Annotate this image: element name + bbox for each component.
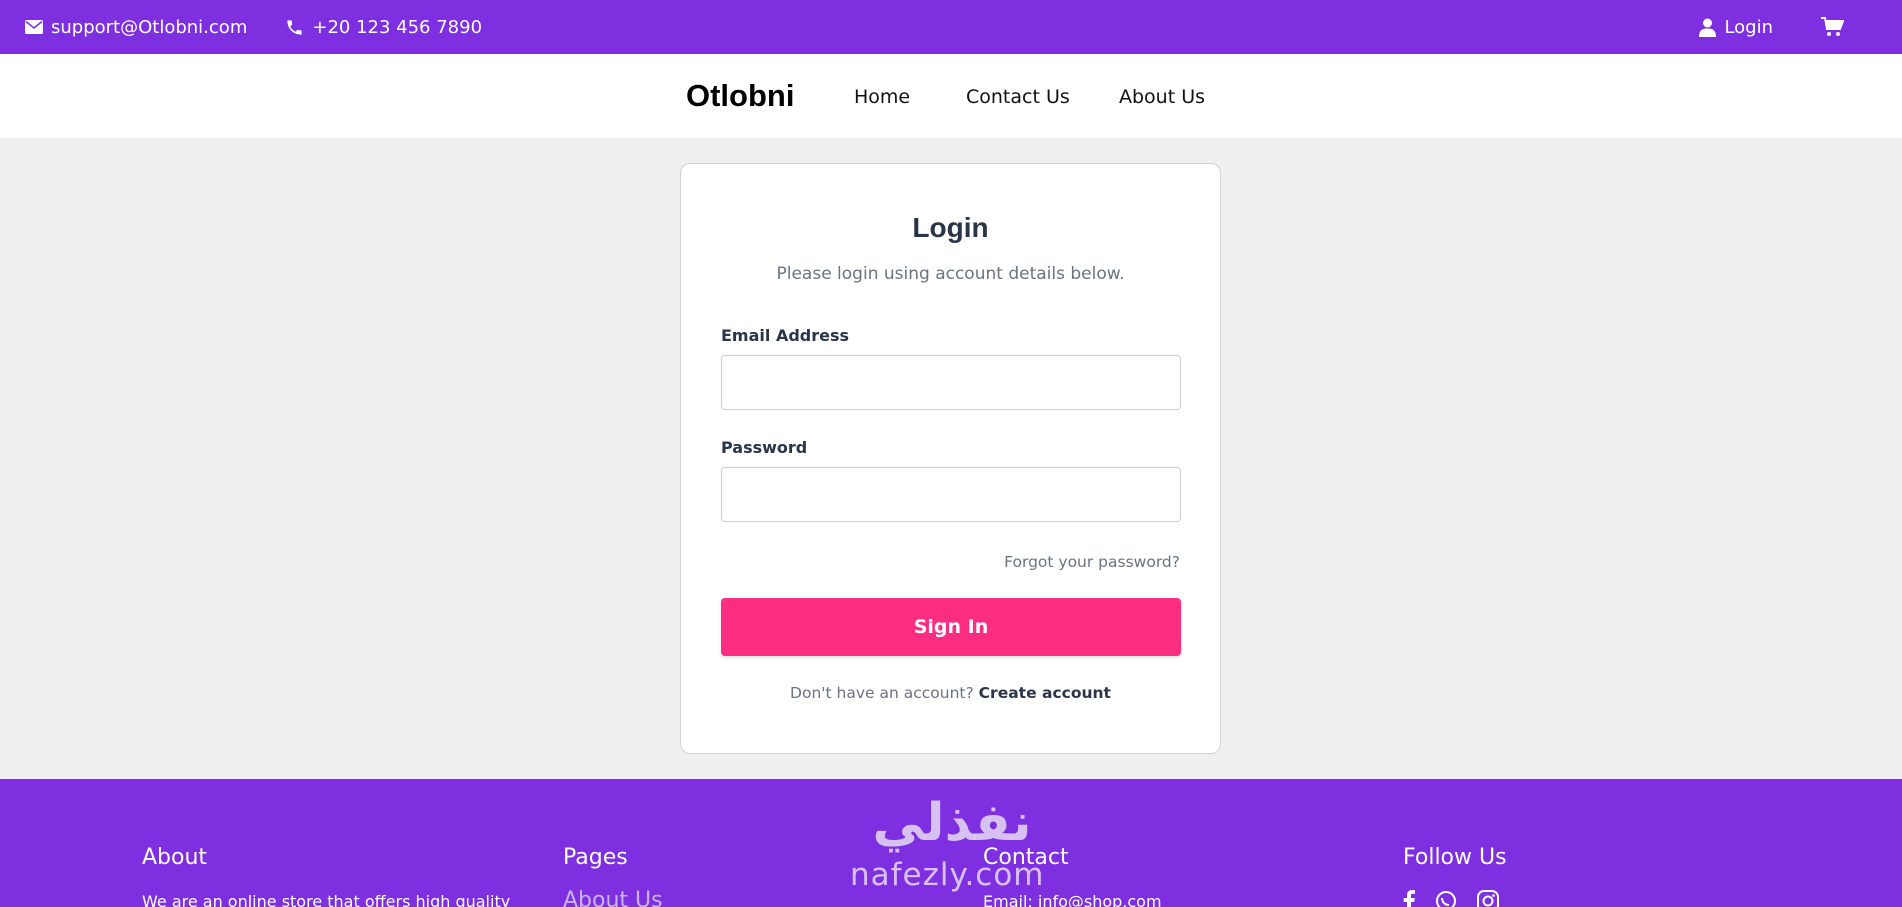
nav-link-about-us[interactable]: About Us: [1119, 86, 1205, 108]
signup-prompt: Don't have an account? Create account: [681, 684, 1220, 702]
create-account-link[interactable]: Create account: [979, 684, 1111, 702]
account-actions: Login: [1699, 0, 1844, 54]
email-input[interactable]: [721, 355, 1181, 410]
footer-link-about-us[interactable]: About Us: [563, 888, 663, 907]
login-link[interactable]: Login: [1699, 17, 1773, 38]
login-title: Login: [912, 212, 989, 243]
login-subtitle: Please login using account details below…: [776, 264, 1125, 284]
footer-follow: Follow Us: [1403, 845, 1507, 907]
nav-link-home[interactable]: Home: [854, 86, 910, 108]
password-input[interactable]: [721, 467, 1181, 522]
forgot-password-link[interactable]: Forgot your password?: [1004, 553, 1180, 571]
facebook-icon[interactable]: [1403, 890, 1415, 907]
login-link-label: Login: [1724, 16, 1773, 38]
social-links: [1403, 890, 1507, 907]
footer-about-heading: About: [142, 845, 208, 870]
password-label: Password: [721, 438, 808, 457]
footer-pages-heading: Pages: [563, 845, 628, 870]
support-phone-link[interactable]: +20 123 456 7890: [285, 17, 482, 38]
footer-about-text: We are an online store that offers high …: [142, 892, 511, 907]
instagram-icon[interactable]: [1477, 890, 1499, 907]
main-navbar: Otlobni Home Contact Us About Us: [0, 54, 1902, 138]
user-icon: [1699, 18, 1717, 37]
email-label: Email Address: [721, 326, 850, 345]
contact-info: support@Otlobni.com +20 123 456 7890: [25, 0, 482, 54]
envelope-icon: [25, 20, 43, 34]
sign-in-button[interactable]: Sign In: [721, 598, 1181, 656]
no-account-text: Don't have an account?: [790, 684, 974, 702]
cart-button[interactable]: [1821, 17, 1844, 37]
top-contact-bar: support@Otlobni.com +20 123 456 7890 Log…: [0, 0, 1902, 54]
brand-logo[interactable]: Otlobni: [686, 78, 794, 114]
support-email-link[interactable]: support@Otlobni.com: [25, 17, 247, 38]
nav-link-contact-us[interactable]: Contact Us: [966, 86, 1070, 108]
support-phone-text: +20 123 456 7890: [312, 16, 483, 38]
footer-contact: Contact Email: info@shop.com: [983, 845, 1162, 907]
footer-contact-heading: Contact: [983, 845, 1069, 870]
login-card: Login Please login using account details…: [680, 163, 1221, 754]
support-email-text: support@Otlobni.com: [51, 16, 248, 38]
site-footer: About We are an online store that offers…: [0, 779, 1902, 907]
cart-icon: [1821, 17, 1844, 37]
footer-pages: Pages About Us: [563, 845, 663, 907]
phone-icon: [285, 18, 304, 37]
whatsapp-icon[interactable]: [1435, 890, 1457, 907]
footer-about: About We are an online store that offers…: [142, 845, 510, 907]
footer-contact-email: Email: info@shop.com: [983, 892, 1162, 907]
footer-follow-heading: Follow Us: [1403, 845, 1507, 870]
